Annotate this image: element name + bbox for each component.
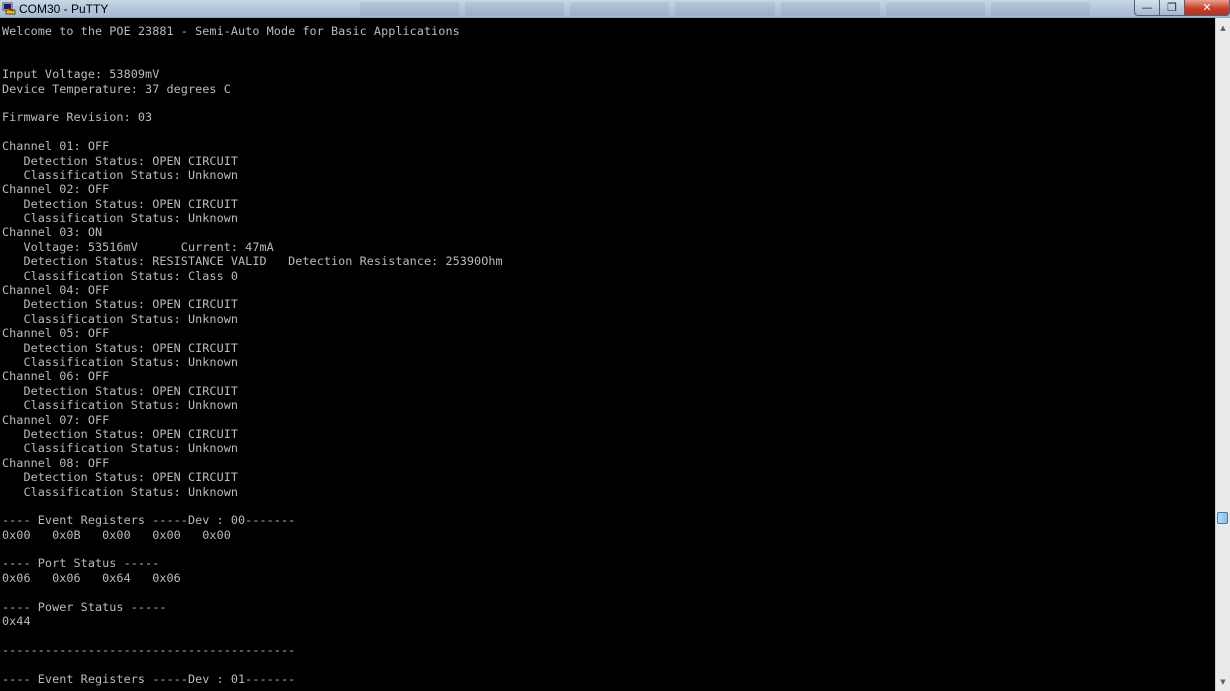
terminal-line: Channel 02: OFF [2,182,110,197]
terminal-line: 0x00 0x0B 0x00 0x00 0x00 [2,527,231,542]
background-taskbar-ghost [360,2,1090,16]
ghost-tab [780,2,880,16]
terminal-line: Detection Status: OPEN CIRCUIT [2,426,239,441]
terminal-line: Classification Status: Unknown [2,398,239,413]
ghost-tab [675,2,775,16]
ghost-tab [360,2,460,16]
terminal-line: Channel 04: OFF [2,283,110,298]
close-button[interactable]: ✕ [1185,0,1230,16]
terminal-line: Detection Status: OPEN CIRCUIT [2,470,239,485]
terminal-line: Classification Status: Class 0 [2,268,239,283]
terminal-line: Detection Status: OPEN CIRCUIT [2,340,239,355]
putty-icon[interactable] [2,2,16,15]
terminal-line: Firmware Revision: 03 [2,110,153,125]
maximize-button[interactable]: ❐ [1160,0,1185,16]
terminal-line: Channel 06: OFF [2,369,110,384]
terminal-line: Classification Status: Unknown [2,484,239,499]
terminal-line: 0x06 0x06 0x64 0x06 [2,570,181,585]
terminal-line: Device Temperature: 37 degrees C [2,81,231,96]
terminal-line: Detection Status: OPEN CIRCUIT [2,297,239,312]
terminal-line: Classification Status: Unknown [2,354,239,369]
vertical-scrollbar[interactable]: ▲ ▼ [1215,18,1230,691]
terminal-line: Detection Status: OPEN CIRCUIT [2,383,239,398]
terminal-line: ----------------------------------------… [2,642,296,657]
terminal-line: Welcome to the POE 23881 - Semi-Auto Mod… [2,24,460,38]
ghost-tab [465,2,565,16]
scroll-up-arrow-icon[interactable]: ▲ [1216,20,1230,35]
terminal-line: Channel 07: OFF [2,412,110,427]
terminal-screen[interactable]: Welcome to the POE 23881 - Semi-Auto Mod… [0,18,1215,691]
terminal-line: Channel 01: OFF [2,139,110,154]
terminal-line: Classification Status: Unknown [2,311,239,326]
terminal-line: Detection Status: OPEN CIRCUIT [2,196,239,211]
terminal-line: Classification Status: Unknown [2,441,239,456]
terminal-line: ---- Power Status ----- [2,599,167,614]
scroll-thumb[interactable] [1217,512,1228,524]
terminal-line: Channel 03: ON [2,225,103,240]
putty-window: COM30 - PuTTY — ❐ ✕ Welcome to the POE 2… [0,0,1230,691]
ghost-tab [990,2,1090,16]
minimize-icon: — [1141,1,1153,14]
close-icon: ✕ [1202,1,1212,14]
terminal-line: Voltage: 53516mV Current: 47mA [2,239,274,254]
minimize-button[interactable]: — [1134,0,1160,16]
terminal-line: Channel 08: OFF [2,455,110,470]
terminal-line: 0x44 [2,614,31,629]
terminal-line: Classification Status: Unknown [2,167,239,182]
terminal-line: Input Voltage: 53809mV [2,67,160,82]
terminal-line: ---- Port Status ----- [2,556,160,571]
terminal-line: Detection Status: OPEN CIRCUIT [2,153,239,168]
terminal-line: Channel 05: OFF [2,326,110,341]
maximize-icon: ❐ [1167,1,1177,14]
title-bar[interactable]: COM30 - PuTTY — ❐ ✕ [0,0,1230,18]
ghost-tab [885,2,985,16]
terminal-line: Classification Status: Unknown [2,211,239,226]
terminal-line: ---- Event Registers -----Dev : 01------… [2,671,296,686]
terminal-output: Welcome to the POE 23881 - Semi-Auto Mod… [2,24,503,686]
ghost-tab [570,2,670,16]
window-title: COM30 - PuTTY [19,2,109,16]
terminal-line: Detection Status: RESISTANCE VALID Detec… [2,254,503,269]
scroll-down-arrow-icon[interactable]: ▼ [1216,674,1230,689]
terminal-line: ---- Event Registers -----Dev : 00------… [2,513,296,528]
